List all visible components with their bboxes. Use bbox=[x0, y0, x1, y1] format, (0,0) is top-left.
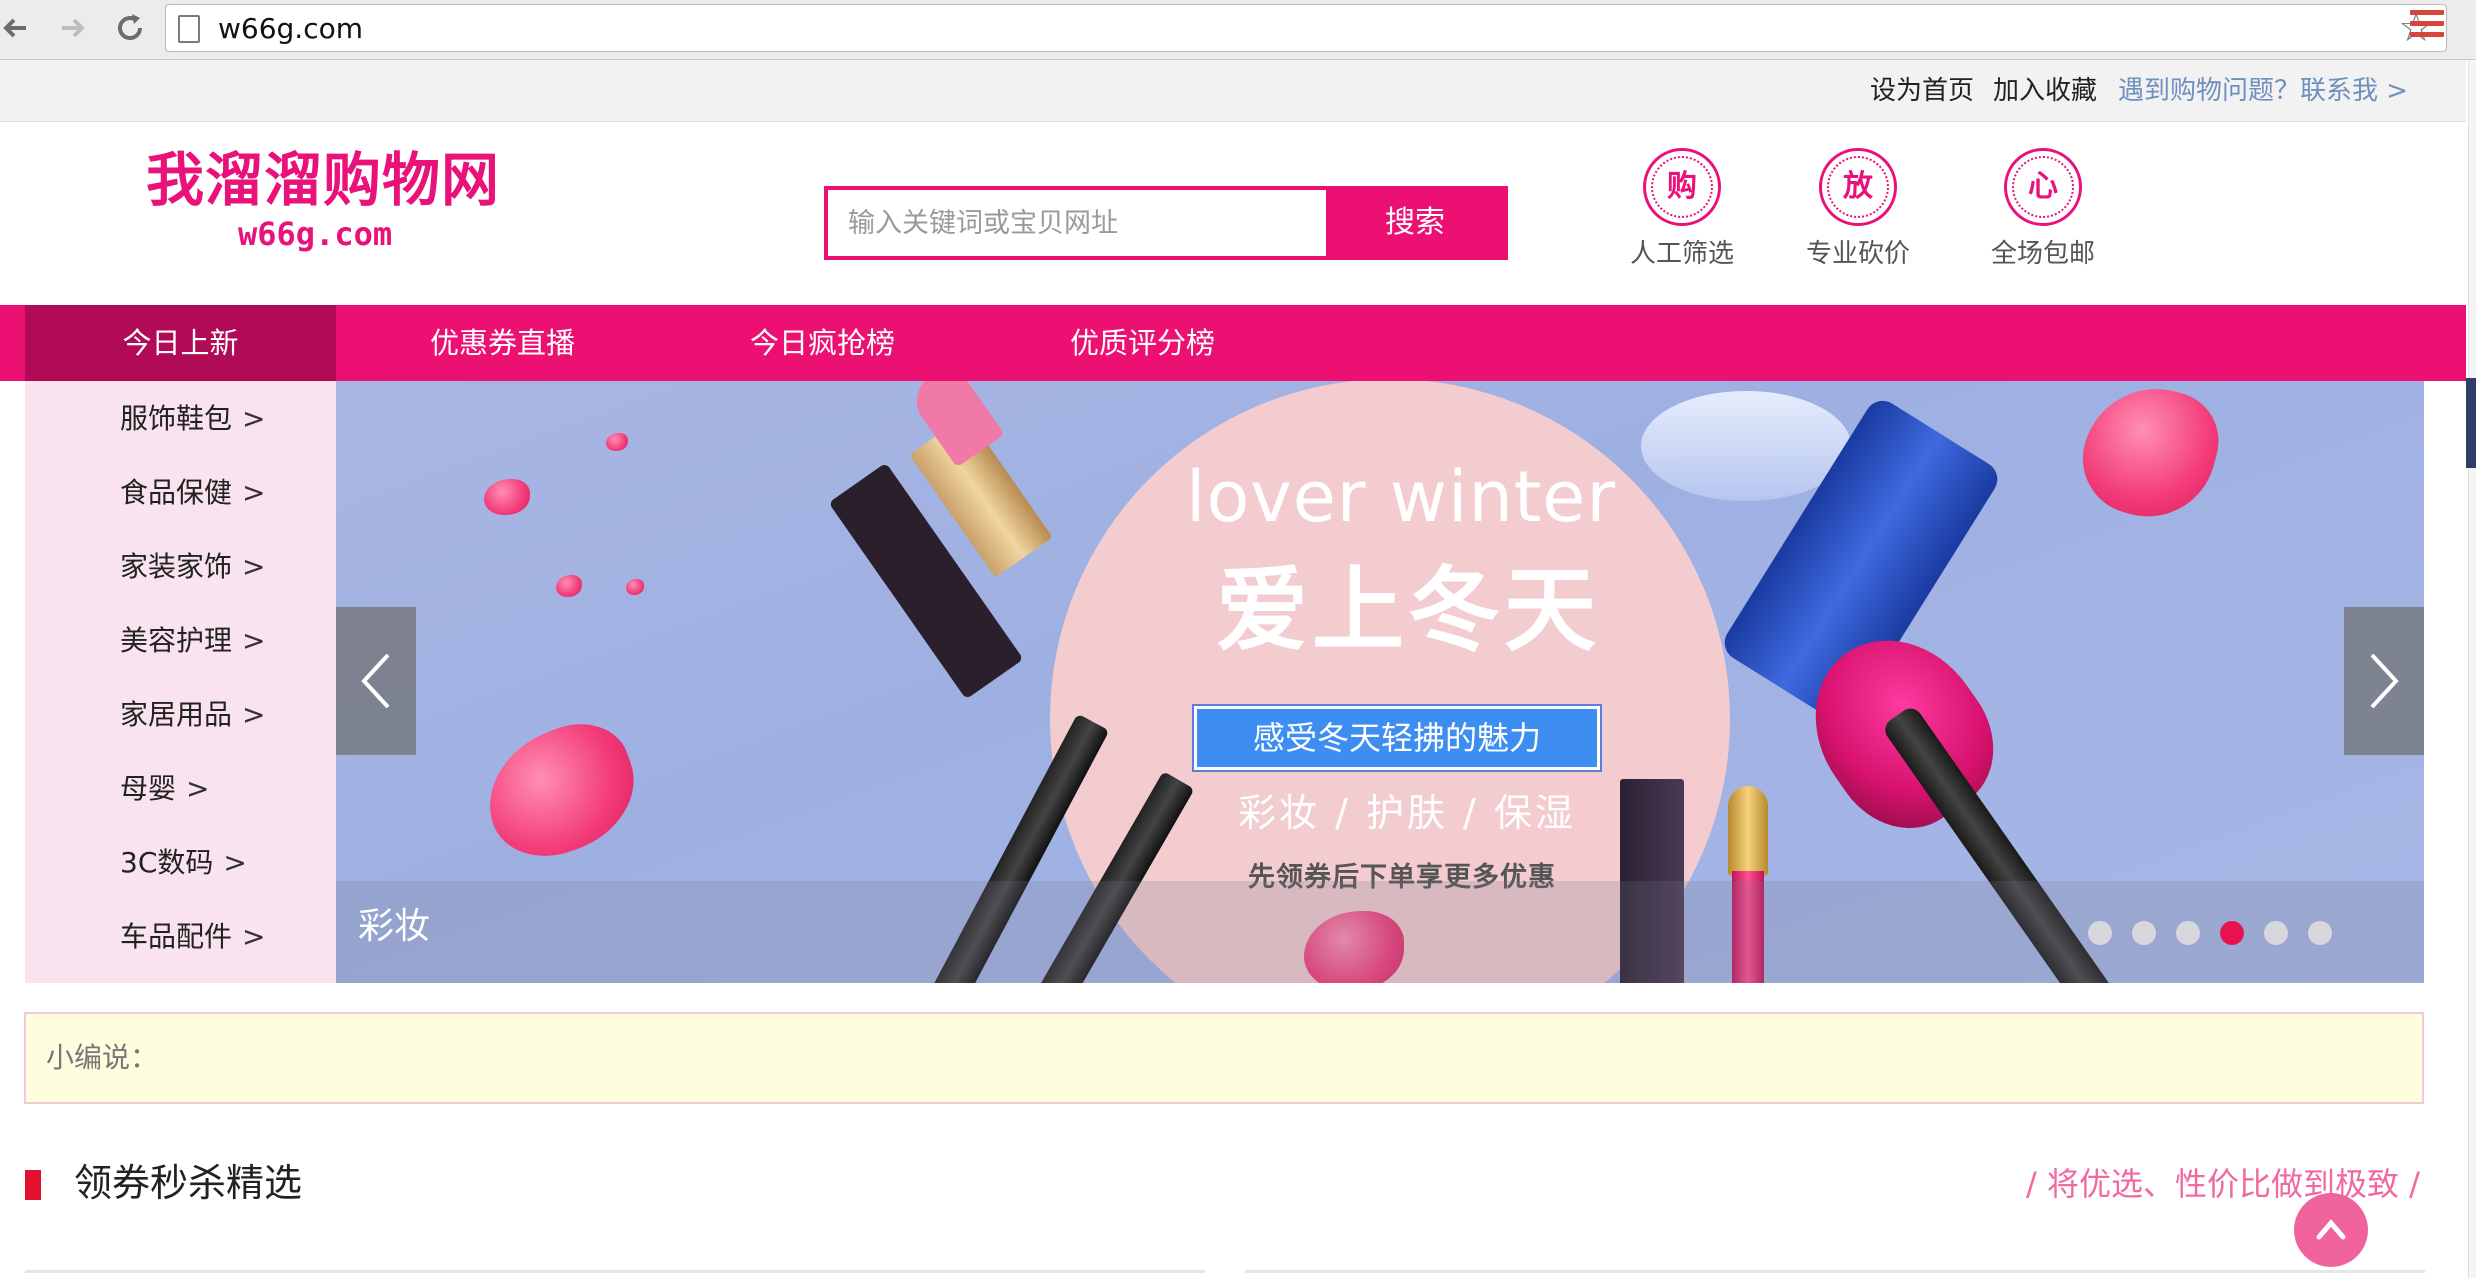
feature-badge-icon: 购 bbox=[1643, 148, 1721, 226]
page-icon bbox=[178, 15, 200, 43]
address-bar[interactable]: w66g.com ☆ bbox=[165, 4, 2447, 52]
section-marker bbox=[25, 1170, 41, 1200]
carousel-next-button[interactable] bbox=[2344, 607, 2424, 755]
carousel-dot[interactable] bbox=[2176, 921, 2200, 945]
divider bbox=[25, 1270, 1205, 1273]
carousel-dot[interactable] bbox=[2088, 921, 2112, 945]
chevron-right-icon bbox=[2370, 653, 2399, 709]
feature-label: 全场包邮 bbox=[1990, 239, 2095, 269]
back-to-top-button[interactable] bbox=[2294, 1193, 2368, 1267]
search-button[interactable]: 搜索 bbox=[1326, 190, 1504, 256]
carousel-dot[interactable] bbox=[2264, 921, 2288, 945]
banner-carousel[interactable]: lover winter 爱上冬天 感受冬天轻拂的魅力 彩妆 / 护肤 / 保湿… bbox=[336, 381, 2424, 983]
menu-icon[interactable] bbox=[2410, 10, 2444, 44]
reload-icon[interactable] bbox=[110, 8, 150, 48]
feature-manual-selection: 购 人工筛选 bbox=[1612, 148, 1752, 270]
petal-image bbox=[470, 708, 652, 874]
banner-caption: 彩妆 bbox=[358, 906, 431, 947]
feature-badge-icon: 放 bbox=[1819, 148, 1897, 226]
feature-free-shipping: 心 全场包邮 bbox=[1973, 148, 2113, 270]
category-label: 母婴 bbox=[120, 772, 177, 805]
site-logo[interactable]: 我溜溜购物网 bbox=[146, 148, 500, 212]
category-item[interactable]: 家居用品 > bbox=[120, 697, 265, 733]
chevron-right-icon: > bbox=[242, 402, 266, 435]
editor-note-label: 小编说： bbox=[46, 1041, 159, 1074]
category-item[interactable]: 母婴 > bbox=[120, 771, 209, 807]
chevron-right-icon: > bbox=[186, 772, 210, 805]
category-sidebar: 服饰鞋包 > 食品保健 > 家装家饰 > 美容护理 > 家居用品 > 母婴 > 3C数码 > … bbox=[25, 381, 336, 983]
top-utility-bar: 设为首页 加入收藏 遇到购物问题？联系我 > bbox=[0, 60, 2466, 122]
banner-headline-cn: 爱上冬天 bbox=[1216, 557, 1601, 664]
chevron-right-icon: > bbox=[223, 846, 247, 879]
section-slogan: / 将优选、性价比做到极致 / bbox=[2026, 1165, 2420, 1203]
browser-toolbar: w66g.com ☆ bbox=[0, 0, 2476, 60]
carousel-dot-active[interactable] bbox=[2220, 921, 2244, 945]
chevron-up-icon bbox=[2316, 1219, 2346, 1240]
site-logo-domain[interactable]: w66g.com bbox=[238, 214, 392, 254]
forward-arrow-icon[interactable] bbox=[52, 8, 92, 48]
nav-item-today-new[interactable]: 今日上新 bbox=[25, 305, 336, 381]
add-favorite-link[interactable]: 加入收藏 bbox=[1993, 74, 2097, 108]
side-widget bbox=[2466, 378, 2476, 468]
chevron-right-icon: > bbox=[242, 476, 266, 509]
feature-badge-icon: 心 bbox=[2004, 148, 2082, 226]
set-homepage-link[interactable]: 设为首页 bbox=[1870, 74, 1974, 108]
editor-note-box: 小编说： bbox=[24, 1012, 2424, 1104]
chevron-right-icon: > bbox=[242, 698, 266, 731]
category-item[interactable]: 车品配件 > bbox=[120, 919, 265, 955]
main-nav: 今日上新 优惠券直播 今日疯抢榜 优质评分榜 bbox=[0, 305, 2466, 381]
nav-item-rating-ranking[interactable]: 优质评分榜 bbox=[1070, 305, 1215, 381]
feature-label: 人工筛选 bbox=[1629, 239, 1734, 269]
gold-cap-image bbox=[1728, 786, 1768, 876]
petal-image bbox=[2070, 381, 2230, 532]
category-label: 美容护理 bbox=[120, 624, 233, 657]
category-label: 家居用品 bbox=[120, 698, 233, 731]
category-item[interactable]: 服饰鞋包 > bbox=[120, 401, 265, 437]
search-input[interactable] bbox=[828, 190, 1326, 256]
category-item[interactable]: 家装家饰 > bbox=[120, 549, 265, 585]
chevron-right-icon: > bbox=[242, 920, 266, 953]
banner-pill: 感受冬天轻拂的魅力 bbox=[1192, 704, 1602, 772]
feature-badge-text: 购 bbox=[1667, 169, 1697, 204]
category-item[interactable]: 美容护理 > bbox=[120, 623, 265, 659]
category-item[interactable]: 食品保健 > bbox=[120, 475, 265, 511]
category-label: 服饰鞋包 bbox=[120, 402, 233, 435]
carousel-dot[interactable] bbox=[2308, 921, 2332, 945]
contact-help-link[interactable]: 遇到购物问题？联系我 > bbox=[2118, 74, 2408, 108]
banner-subline: 彩妆 / 护肤 / 保湿 bbox=[1238, 791, 1576, 835]
petal-image bbox=[626, 579, 644, 595]
carousel-prev-button[interactable] bbox=[336, 607, 416, 755]
feature-label: 专业砍价 bbox=[1805, 239, 1910, 269]
divider bbox=[1245, 1270, 2425, 1273]
url-text[interactable]: w66g.com bbox=[218, 11, 363, 47]
feature-badge-text: 放 bbox=[1843, 169, 1873, 204]
category-label: 食品保健 bbox=[120, 476, 233, 509]
petal-image bbox=[484, 479, 530, 515]
category-label: 3C数码 bbox=[120, 846, 214, 879]
chevron-left-icon bbox=[361, 653, 390, 709]
feature-pro-bargain: 放 专业砍价 bbox=[1788, 148, 1928, 270]
banner-headline-en: lover winter bbox=[1186, 456, 1617, 538]
category-label: 家装家饰 bbox=[120, 550, 233, 583]
chevron-right-icon: > bbox=[242, 550, 266, 583]
chevron-right-icon: > bbox=[242, 624, 266, 657]
section-title: 领券秒杀精选 bbox=[74, 1161, 303, 1205]
petal-image bbox=[556, 575, 582, 597]
nav-item-coupon-live[interactable]: 优惠券直播 bbox=[430, 305, 575, 381]
category-item[interactable]: 3C数码 > bbox=[120, 845, 247, 881]
carousel-dot[interactable] bbox=[2132, 921, 2156, 945]
scrollbar[interactable] bbox=[2468, 60, 2476, 1278]
category-label: 车品配件 bbox=[120, 920, 233, 953]
petal-image bbox=[606, 433, 628, 451]
back-arrow-icon[interactable] bbox=[0, 8, 36, 48]
search-bar: 搜索 bbox=[824, 186, 1508, 260]
nav-item-hot-ranking[interactable]: 今日疯抢榜 bbox=[750, 305, 895, 381]
feature-badge-text: 心 bbox=[2028, 169, 2058, 204]
